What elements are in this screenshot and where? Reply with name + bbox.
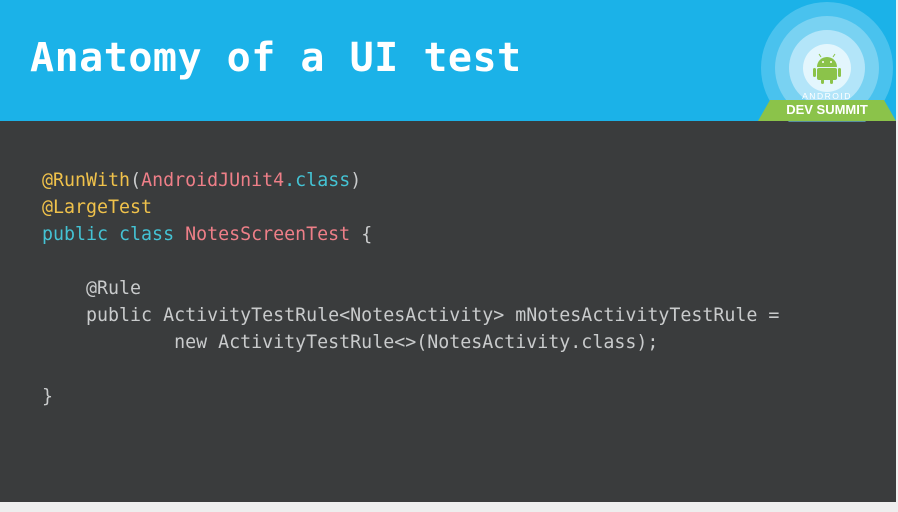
code-line-9: } [42, 383, 779, 410]
code-annotation: @RunWith [42, 170, 131, 191]
code-keyword: public class [42, 224, 175, 245]
presentation-slide: Anatomy of a UI test ANDROID DEV SUMMIT … [0, 0, 896, 502]
code-keyword: .class [284, 170, 351, 191]
bottom-border [0, 502, 898, 512]
dev-summit-badge: ANDROID DEV SUMMIT [758, 2, 896, 122]
code-text: new ActivityTestRule<>(NotesActivity.cla… [174, 332, 659, 353]
code-annotation: @LargeTest [42, 197, 153, 218]
badge-line-android: ANDROID [802, 91, 852, 101]
slide-title: Anatomy of a UI test [30, 35, 522, 81]
code-class-name: NotesScreenTest [185, 224, 351, 245]
code-brace: } [42, 386, 54, 407]
code-annotation: @Rule [86, 278, 142, 299]
code-brace: { [361, 224, 373, 245]
code-line-1: @RunWith(AndroidJUnit4.class) [42, 167, 779, 194]
code-line-7: new ActivityTestRule<>(NotesActivity.cla… [42, 329, 779, 356]
code-line-3: public class NotesScreenTest { [42, 221, 779, 248]
code-line-6: public ActivityTestRule<NotesActivity> m… [42, 302, 779, 329]
code-paren: ) [350, 170, 362, 191]
code-line-2: @LargeTest [42, 194, 779, 221]
code-paren: ( [130, 170, 142, 191]
code-text: public ActivityTestRule<NotesActivity> m… [86, 305, 780, 326]
code-class-name: AndroidJUnit4 [141, 170, 285, 191]
code-block: @RunWith(AndroidJUnit4.class) @LargeTest p… [42, 167, 779, 410]
badge-line-dev-summit: DEV SUMMIT [786, 102, 868, 117]
code-line-5: @Rule [42, 275, 779, 302]
